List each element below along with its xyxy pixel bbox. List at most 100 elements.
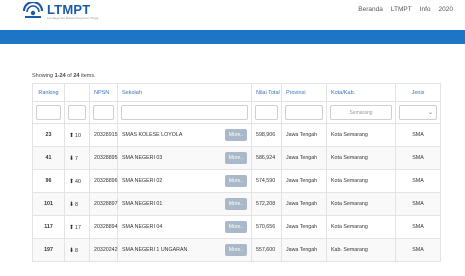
- nilai-cell: 557,600: [251, 238, 282, 262]
- provinsi-cell: Jawa Tengah: [281, 146, 327, 170]
- more-button[interactable]: More..: [224, 152, 247, 164]
- arrow-down-icon: ⬇: [69, 201, 75, 208]
- ranking-table: Ranking NPSN Sekolah Nilai Total Provins…: [32, 83, 441, 262]
- logo-subtitle: Lembaga Tes Masuk Perguruan Tinggi: [47, 16, 99, 20]
- brand-bar: [0, 30, 465, 44]
- nilai-cell: 572,208: [251, 192, 282, 216]
- rank-cell: 23: [32, 123, 65, 147]
- logo-text: LTMPT: [47, 2, 91, 17]
- filter-kota-value: Semarang: [349, 109, 373, 116]
- change-cell: ⬇8: [64, 238, 90, 262]
- filter-npsn-input[interactable]: [93, 105, 114, 120]
- more-button[interactable]: More..: [224, 244, 247, 256]
- kota-cell: Kota Semarang: [326, 123, 396, 147]
- rank-cell: 117: [32, 215, 65, 239]
- school-name: SMA NEGERI 04: [122, 224, 163, 230]
- summary-range: 1-24: [54, 73, 66, 79]
- school-name: SMAS KOLESE LOYOLA: [122, 132, 183, 138]
- col-sekolah[interactable]: Sekolah: [117, 83, 252, 102]
- nav-2020[interactable]: 2020: [439, 6, 453, 13]
- col-provinsi[interactable]: Provinsi: [281, 83, 327, 102]
- more-button[interactable]: More..: [224, 175, 247, 187]
- filter-row: Semarang ⌄: [32, 101, 441, 124]
- top-header: LTMPT Lembaga Tes Masuk Perguruan Tinggi…: [0, 0, 465, 30]
- nilai-cell: 574,590: [251, 169, 282, 193]
- kota-cell: Kota Semarang: [326, 146, 396, 170]
- school-name: SMA NEGERI 03: [122, 155, 163, 161]
- more-button[interactable]: More..: [224, 221, 247, 233]
- arrow-down-icon: ⬇: [69, 155, 75, 162]
- nav-beranda[interactable]: Beranda: [358, 6, 383, 13]
- change-cell: ⬆10: [64, 123, 90, 147]
- provinsi-cell: Jawa Tengah: [281, 192, 327, 216]
- ltmpt-logo[interactable]: LTMPT Lembaga Tes Masuk Perguruan Tinggi: [22, 2, 98, 20]
- filter-sekolah-input[interactable]: [121, 105, 248, 120]
- col-change: [64, 83, 90, 102]
- npsn-cell: 20320242: [89, 238, 118, 262]
- table-header-row: Ranking NPSN Sekolah Nilai Total Provins…: [32, 83, 441, 102]
- jenis-cell: SMA: [395, 169, 441, 193]
- rank-cell: 197: [32, 238, 65, 262]
- kota-cell: Kota Semarang: [326, 215, 396, 239]
- col-kota-kab[interactable]: Kota/Kab.: [326, 83, 396, 102]
- nilai-cell: 598,906: [251, 123, 282, 147]
- jenis-cell: SMA: [395, 238, 441, 262]
- npsn-cell: 20328915: [89, 123, 118, 147]
- change-cell: ⬆40: [64, 169, 90, 193]
- nilai-cell: 570,656: [251, 215, 282, 239]
- table-row: 101 ⬇8 20328897 SMA NEGERI 01 More.. 572,…: [32, 192, 441, 216]
- school-name: SMA NEGERI 02: [122, 178, 163, 184]
- filter-provinsi-input[interactable]: [285, 105, 323, 120]
- col-nilai-total[interactable]: Nilai Total: [251, 83, 282, 102]
- nav-ltmpt[interactable]: LTMPT: [391, 6, 412, 13]
- top-nav: Beranda LTMPT Info 2020: [358, 6, 453, 13]
- change-cell: ⬇7: [64, 146, 90, 170]
- col-jenis[interactable]: Jenis: [395, 83, 441, 102]
- rank-cell: 41: [32, 146, 65, 170]
- provinsi-cell: Jawa Tengah: [281, 238, 327, 262]
- chevron-down-icon: ⌄: [427, 110, 433, 116]
- npsn-cell: 20328896: [89, 169, 118, 193]
- npsn-cell: 20328897: [89, 192, 118, 216]
- table-row: 197 ⬇8 20320242 SMA NEGERI 1 UNGARAN More…: [32, 238, 441, 262]
- table-row: 117 ⬆17 20328894 SMA NEGERI 04 More.. 570…: [32, 215, 441, 239]
- filter-kota-select[interactable]: Semarang: [330, 105, 392, 120]
- provinsi-cell: Jawa Tengah: [281, 169, 327, 193]
- filter-ranking-input[interactable]: [36, 105, 61, 120]
- rank-cell: 96: [32, 169, 65, 193]
- results-summary: Showing 1-24 of 24 items.: [32, 73, 96, 79]
- rank-cell: 101: [32, 192, 65, 216]
- filter-change-input[interactable]: [68, 105, 86, 120]
- col-ranking[interactable]: Ranking: [32, 83, 65, 102]
- change-cell: ⬆17: [64, 215, 90, 239]
- jenis-cell: SMA: [395, 123, 441, 147]
- table-row: 23 ⬆10 20328915 SMAS KOLESE LOYOLA More..…: [32, 123, 441, 147]
- table-row: 41 ⬇7 20328895 SMA NEGERI 03 More.. 586,9…: [32, 146, 441, 170]
- jenis-cell: SMA: [395, 146, 441, 170]
- jenis-cell: SMA: [395, 192, 441, 216]
- filter-nilai-input[interactable]: [255, 105, 278, 120]
- school-name: SMA NEGERI 1 UNGARAN: [122, 247, 188, 253]
- provinsi-cell: Jawa Tengah: [281, 215, 327, 239]
- jenis-cell: SMA: [395, 215, 441, 239]
- table-row: 96 ⬆40 20328896 SMA NEGERI 02 More.. 574,…: [32, 169, 441, 193]
- arrow-down-icon: ⬇: [69, 247, 75, 254]
- kota-cell: Kab. Semarang: [326, 238, 396, 262]
- col-npsn[interactable]: NPSN: [89, 83, 118, 102]
- arrow-up-icon: ⬆: [69, 132, 75, 139]
- school-name: SMA NEGERI 01: [122, 201, 163, 207]
- logo-emblem-icon: [22, 2, 44, 18]
- provinsi-cell: Jawa Tengah: [281, 123, 327, 147]
- nilai-cell: 586,924: [251, 146, 282, 170]
- arrow-up-icon: ⬆: [69, 178, 75, 185]
- more-button[interactable]: More..: [224, 198, 247, 210]
- more-button[interactable]: More..: [224, 129, 247, 141]
- nav-info[interactable]: Info: [420, 6, 431, 13]
- arrow-up-icon: ⬆: [69, 224, 75, 231]
- npsn-cell: 20328894: [89, 215, 118, 239]
- kota-cell: Kota Semarang: [326, 192, 396, 216]
- npsn-cell: 20328895: [89, 146, 118, 170]
- filter-jenis-select[interactable]: ⌄: [399, 105, 437, 120]
- kota-cell: Kota Semarang: [326, 169, 396, 193]
- change-cell: ⬇8: [64, 192, 90, 216]
